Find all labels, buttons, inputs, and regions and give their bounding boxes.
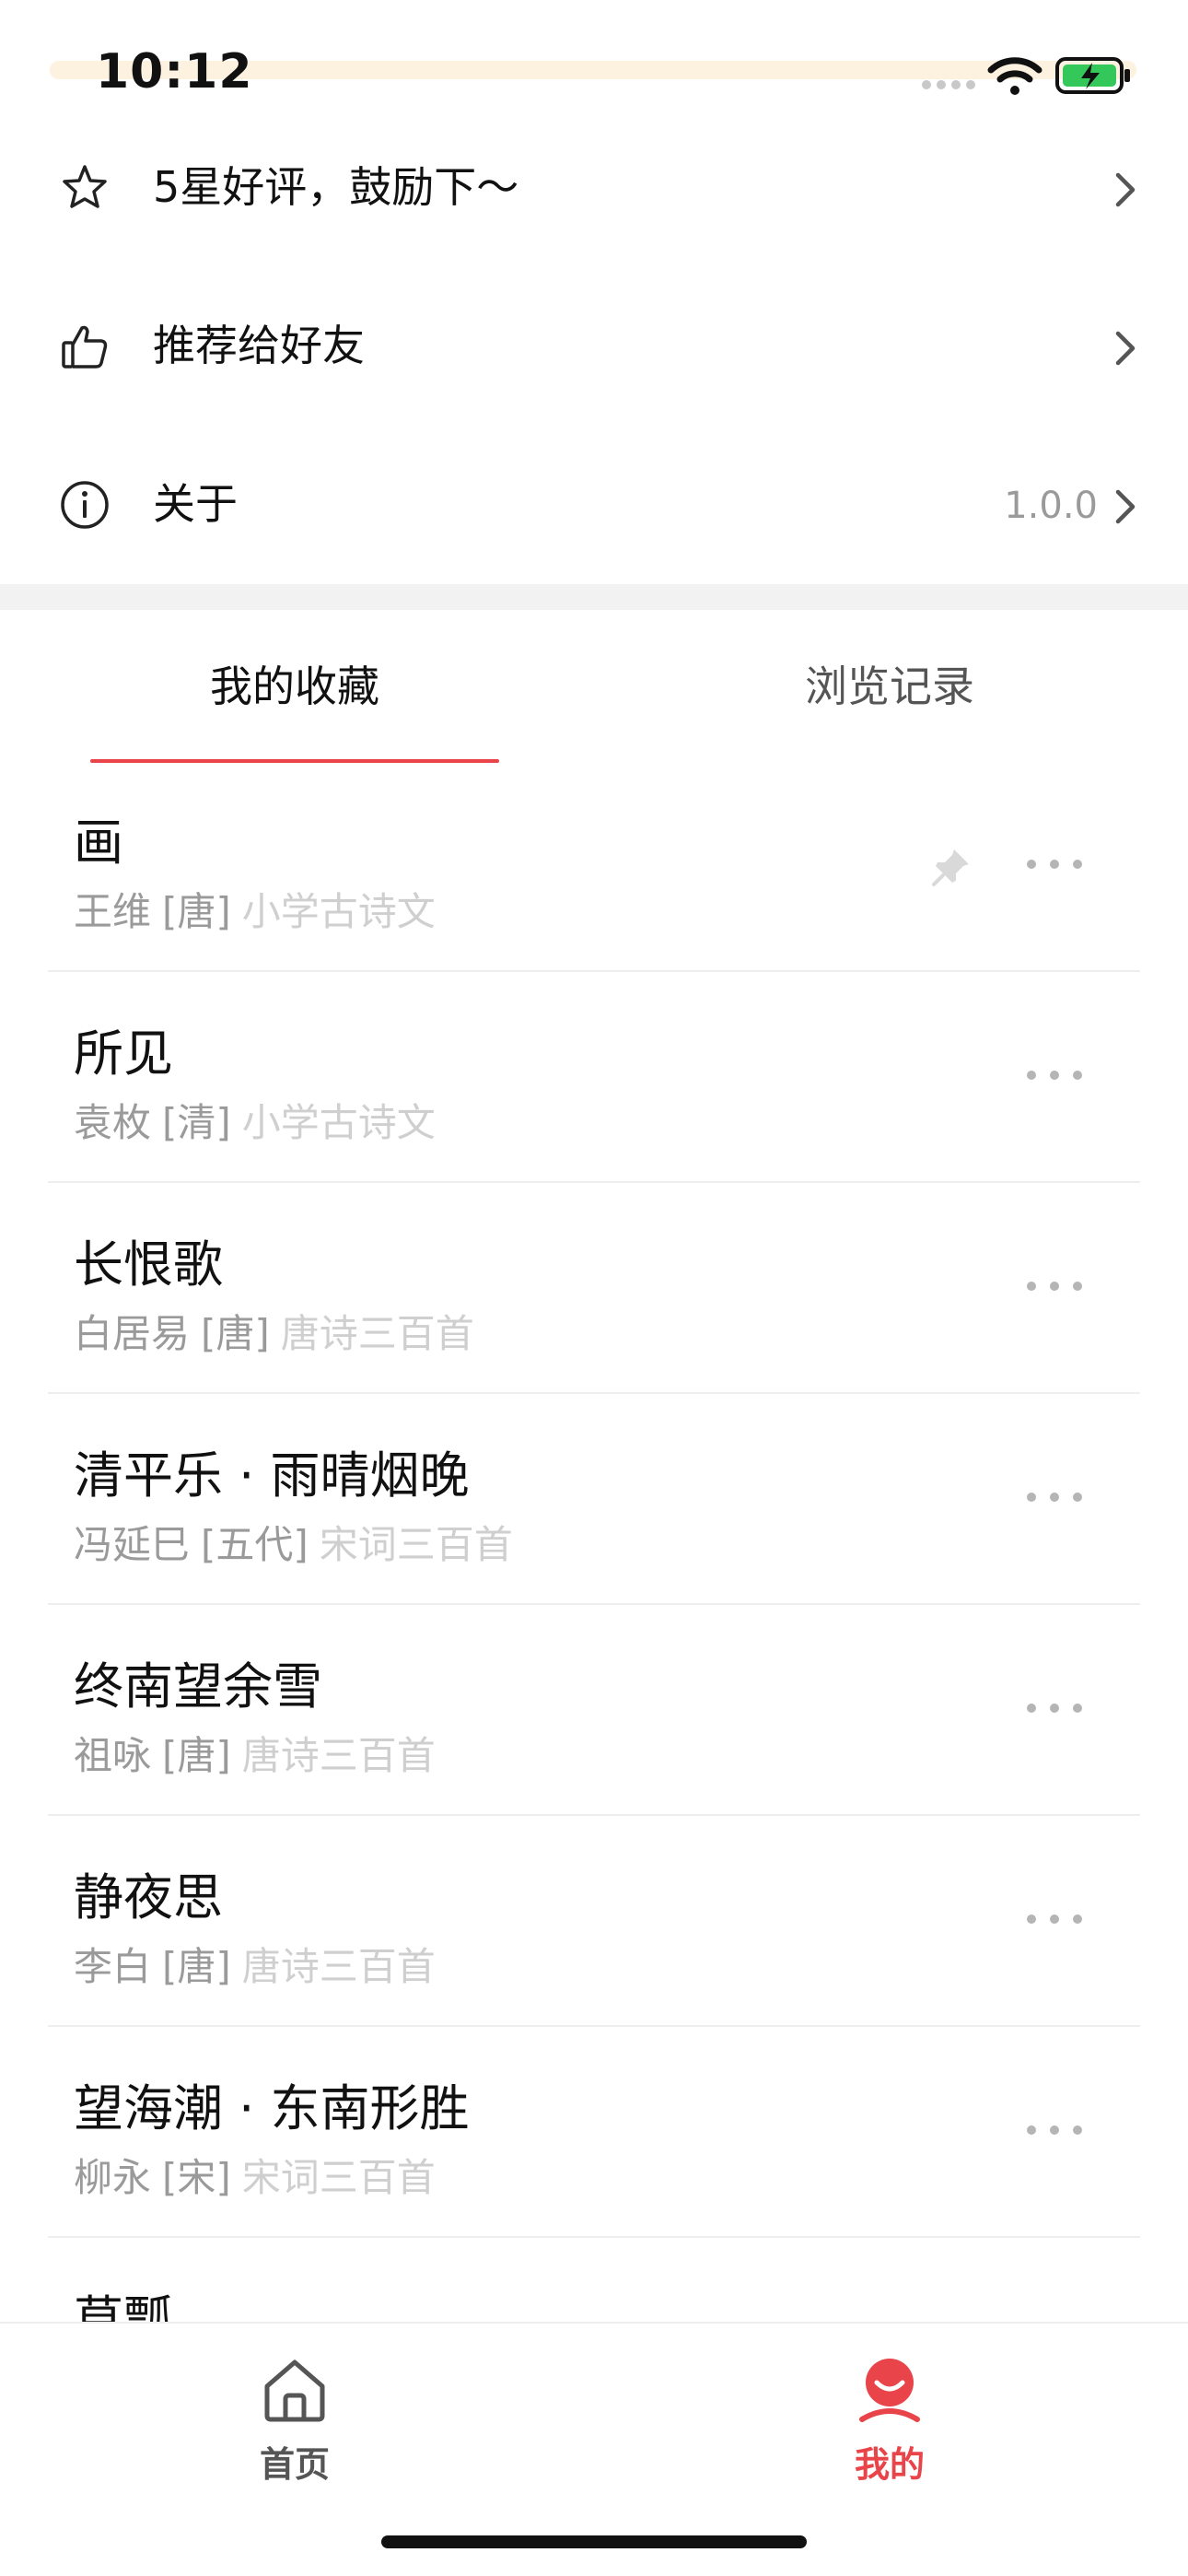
chevron-right-icon xyxy=(1115,172,1136,207)
more-icon[interactable] xyxy=(1024,1066,1085,1084)
poem-item[interactable]: 终南望余雪 祖咏 [唐] 唐诗三百首 xyxy=(0,1605,1188,1816)
nav-mine-label: 我的 xyxy=(854,2444,925,2485)
setting-label: 5星好评，鼓励下～ xyxy=(153,162,519,212)
poem-item[interactable]: 画 王维 [唐] 小学古诗文 xyxy=(0,761,1188,972)
smile-face-icon xyxy=(859,2359,920,2422)
poem-author: 李白 xyxy=(74,1944,152,1989)
poem-title: 终南望余雪 xyxy=(74,1657,322,1715)
nav-home-label: 首页 xyxy=(259,2444,330,2485)
setting-label: 推荐给好友 xyxy=(153,321,365,370)
home-indicator xyxy=(381,2535,807,2548)
poem-item[interactable]: 清平乐 · 雨晴烟晚 冯延巳 [五代] 宋词三百首 xyxy=(0,1394,1188,1605)
more-icon[interactable] xyxy=(1024,1488,1085,1506)
poem-author: 白居易 xyxy=(74,1311,191,1356)
poem-collection: 宋词三百首 xyxy=(241,2155,436,2200)
poem-list: 画 王维 [唐] 小学古诗文 所见 袁枚 [清] 小学古诗文 长恨歌 白居易 [唐] 唐诗三… xyxy=(0,761,1188,2324)
chevron-right-icon xyxy=(1115,489,1136,524)
info-icon xyxy=(61,481,109,529)
poem-item[interactable]: 草瓢 xyxy=(0,2238,1188,2324)
poem-dynasty: [唐] xyxy=(162,1733,231,1778)
poem-item[interactable]: 长恨歌 白居易 [唐] 唐诗三百首 xyxy=(0,1183,1188,1394)
settings-list: 5星好评，鼓励下～ 推荐给好友 关于 1.0.0 xyxy=(0,109,1188,584)
tab-favorites[interactable]: 我的收藏 xyxy=(64,656,525,717)
poem-collection: 唐诗三百首 xyxy=(280,1311,474,1356)
star-icon xyxy=(63,165,107,208)
setting-label: 关于 xyxy=(153,479,238,529)
poem-dynasty: [唐] xyxy=(201,1311,270,1356)
poem-dynasty: [唐] xyxy=(162,889,231,934)
poem-dynasty: [宋] xyxy=(162,2155,231,2200)
poem-title: 草瓢 xyxy=(74,2290,173,2324)
section-divider xyxy=(0,584,1188,610)
poem-title: 所见 xyxy=(74,1025,173,1083)
poem-collection: 宋词三百首 xyxy=(319,1522,513,1567)
more-icon[interactable] xyxy=(1024,1277,1085,1295)
app-version: 1.0.0 xyxy=(1004,485,1098,527)
poem-collection: 唐诗三百首 xyxy=(241,1733,436,1778)
poem-meta: 李白 [唐] 唐诗三百首 xyxy=(74,1939,436,1995)
poem-meta: 白居易 [唐] 唐诗三百首 xyxy=(74,1306,474,1362)
pin-icon[interactable] xyxy=(928,846,973,890)
nav-mine[interactable]: 我的 xyxy=(751,2346,1028,2493)
poem-dynasty: [五代] xyxy=(201,1522,309,1567)
poem-meta: 王维 [唐] 小学古诗文 xyxy=(74,884,436,940)
tab-history[interactable]: 浏览记录 xyxy=(659,656,1120,717)
nav-home[interactable]: 首页 xyxy=(157,2346,433,2493)
more-icon[interactable] xyxy=(1024,1910,1085,1928)
status-bar: 10:12 xyxy=(0,0,1188,120)
poem-collection: 唐诗三百首 xyxy=(241,1944,436,1989)
poem-item[interactable]: 所见 袁枚 [清] 小学古诗文 xyxy=(0,972,1188,1183)
poem-meta: 袁枚 [清] 小学古诗文 xyxy=(74,1095,436,1151)
setting-recommend[interactable]: 推荐给好友 xyxy=(0,267,1188,426)
poem-title: 清平乐 · 雨晴烟晚 xyxy=(74,1446,470,1505)
poem-author: 柳永 xyxy=(74,2155,152,2200)
more-icon[interactable] xyxy=(1024,2121,1085,2139)
poem-author: 袁枚 xyxy=(74,1100,152,1145)
chevron-right-icon xyxy=(1115,331,1136,366)
home-icon xyxy=(264,2359,325,2422)
poem-meta: 冯延巳 [五代] 宋词三百首 xyxy=(74,1517,513,1573)
battery-charging-icon xyxy=(1055,57,1130,94)
poem-item[interactable]: 静夜思 李白 [唐] 唐诗三百首 xyxy=(0,1816,1188,2027)
signal-dots-icon xyxy=(922,80,975,89)
status-time: 10:12 xyxy=(96,44,253,100)
wifi-icon xyxy=(987,57,1042,95)
poem-author: 王维 xyxy=(74,889,152,934)
poem-meta: 柳永 [宋] 宋词三百首 xyxy=(74,2150,436,2206)
poem-meta: 祖咏 [唐] 唐诗三百首 xyxy=(74,1728,436,1784)
poem-dynasty: [唐] xyxy=(162,1944,231,1989)
poem-title: 长恨歌 xyxy=(74,1235,223,1294)
collection-tabs: 我的收藏 浏览记录 xyxy=(0,610,1188,767)
poem-author: 祖咏 xyxy=(74,1733,152,1778)
poem-title: 画 xyxy=(74,814,123,872)
poem-collection: 小学古诗文 xyxy=(241,889,436,934)
setting-rate-app[interactable]: 5星好评，鼓励下～ xyxy=(0,109,1188,267)
poem-title: 望海潮 · 东南形胜 xyxy=(74,2079,470,2137)
poem-title: 静夜思 xyxy=(74,1868,223,1926)
more-icon[interactable] xyxy=(1024,855,1085,873)
thumbs-up-icon xyxy=(62,325,108,369)
setting-about[interactable]: 关于 1.0.0 xyxy=(0,426,1188,584)
poem-item[interactable]: 望海潮 · 东南形胜 柳永 [宋] 宋词三百首 xyxy=(0,2027,1188,2238)
poem-author: 冯延巳 xyxy=(74,1522,191,1567)
poem-collection: 小学古诗文 xyxy=(241,1100,436,1145)
poem-dynasty: [清] xyxy=(162,1100,231,1145)
more-icon[interactable] xyxy=(1024,1699,1085,1717)
